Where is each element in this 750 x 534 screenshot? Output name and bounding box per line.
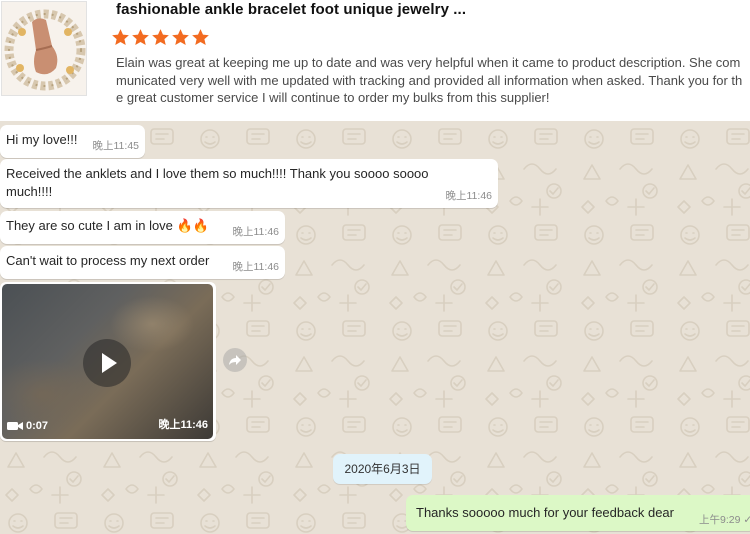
message-bubble: They are so cute I am in love 🔥🔥 晚上11:46 [0, 211, 285, 244]
review-text: Elain was great at keeping me up to date… [116, 55, 743, 105]
product-thumbnail[interactable] [1, 1, 87, 96]
product-title[interactable]: fashionable ankle bracelet foot unique j… [116, 1, 466, 18]
message-time: 晚上11:45 [92, 140, 140, 152]
video-message[interactable]: 0:07 晚上11:46 [0, 282, 216, 441]
message-bubble: Hi my love!!! 晚上11:45 [0, 125, 145, 158]
message-text: Can't wait to process my next order [6, 253, 210, 268]
star-icon [112, 29, 129, 46]
anklet-photo-icon [2, 2, 86, 95]
message-text: Received the anklets and I love them so … [6, 166, 429, 199]
date-separator: 2020年6月3日 [333, 454, 432, 484]
video-duration: 0:07 [26, 420, 49, 432]
video-thumbnail[interactable]: 0:07 晚上11:46 [2, 284, 213, 439]
message-time: 上午9:29 ✓ [699, 514, 750, 526]
message-bubble: Received the anklets and I love them so … [0, 159, 498, 208]
message-text: Hi my love!!! [6, 132, 78, 147]
star-icon [192, 29, 209, 46]
video-time: 晚上11:46 [158, 419, 208, 431]
message-bubble: Can't wait to process my next order 晚上11… [0, 246, 285, 279]
message-text: They are so cute I am in love 🔥🔥 [6, 218, 209, 233]
star-icon [172, 29, 189, 46]
chat-screenshot: Hi my love!!! 晚上11:45 Received the ankle… [0, 121, 750, 534]
message-time: 晚上11:46 [232, 261, 280, 273]
review-card: fashionable ankle bracelet foot unique j… [0, 0, 750, 121]
message-time: 晚上11:46 [232, 226, 280, 238]
star-icon [152, 29, 169, 46]
forward-icon [229, 355, 241, 365]
outgoing-message-bubble: Thanks sooooo much for your feedback dea… [406, 495, 750, 531]
play-icon [102, 353, 117, 373]
rating-stars [111, 28, 210, 47]
forward-button[interactable] [223, 348, 247, 372]
star-icon [132, 29, 149, 46]
play-button[interactable] [83, 339, 131, 387]
video-camera-icon [7, 422, 23, 430]
message-text: Thanks sooooo much for your feedback dea… [416, 505, 674, 520]
message-time: 晚上11:46 [445, 190, 493, 202]
